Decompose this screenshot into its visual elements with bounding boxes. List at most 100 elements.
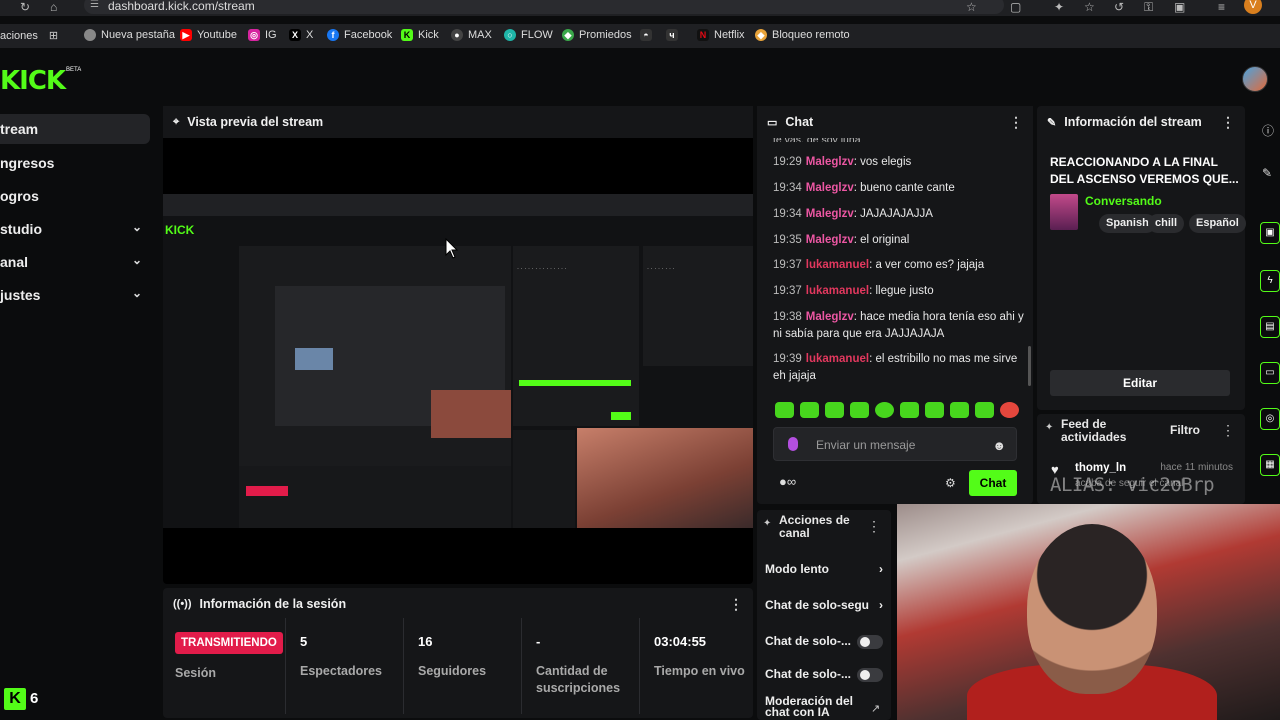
feed-icon: ✦: [1045, 422, 1054, 433]
action-ai-moderation[interactable]: Moderación del chat con IA: [765, 696, 869, 718]
webcam-person-head: [1027, 524, 1157, 694]
sidebar-item-stream[interactable]: tream: [0, 114, 150, 144]
reload-icon[interactable]: ↻: [20, 0, 30, 14]
kick-logo[interactable]: KICK: [0, 66, 66, 96]
sidebar-item-estudio[interactable]: studio ⌄: [0, 214, 150, 244]
sidebar-item-label: justes: [0, 287, 41, 303]
chat-scrollbar[interactable]: [1028, 346, 1031, 386]
layout-icon[interactable]: ▦: [1260, 454, 1280, 476]
stream-title: REACCIONANDO A LA FINAL DEL ASCENSO VERE…: [1050, 155, 1239, 186]
msg-user[interactable]: Maleglzv: [806, 182, 854, 194]
key-icon[interactable]: ⚿: [1144, 0, 1153, 15]
document-icon[interactable]: ▤: [1260, 316, 1280, 338]
bookmark-netflix[interactable]: N Netflix: [697, 29, 745, 41]
bookmark-facebook[interactable]: f Facebook: [327, 29, 392, 41]
history-icon[interactable]: ↺: [1114, 0, 1124, 14]
infinity-icon[interactable]: ●∞: [779, 474, 796, 489]
sidebar-item-label: ngresos: [0, 155, 55, 171]
gear-icon[interactable]: ⚙: [945, 476, 956, 490]
emote-icon[interactable]: [1000, 402, 1019, 418]
address-bar[interactable]: ☰ dashboard.kick.com/stream: [84, 0, 1004, 14]
bookmark-extra-2[interactable]: ч: [666, 29, 678, 41]
emote-icon[interactable]: [850, 402, 869, 418]
mic-icon[interactable]: [788, 437, 798, 451]
msg-user[interactable]: Maleglzv: [806, 208, 854, 220]
extensions-icon[interactable]: ▢: [1010, 0, 1021, 14]
bookmarks-icon[interactable]: ☆: [1084, 0, 1095, 14]
session-info-panel: ((•)) Información de la sesión ⋮ TRANSMI…: [163, 588, 753, 718]
toggle-switch[interactable]: [857, 635, 883, 649]
chat-menu-icon[interactable]: ⋮: [1009, 114, 1023, 131]
msg-user[interactable]: lukamanuel: [806, 285, 869, 297]
category-thumbnail: [1050, 194, 1078, 230]
bookmark-extra-1[interactable]: ◓: [640, 29, 652, 41]
info-icon[interactable]: ⓘ: [1262, 122, 1274, 139]
msg-user[interactable]: lukamanuel: [806, 353, 869, 365]
feed-username[interactable]: thomy_ln: [1075, 462, 1126, 474]
rail-tool-icon[interactable]: ▣: [1260, 222, 1280, 244]
site-info-icon[interactable]: ☰: [90, 0, 99, 10]
feed-menu-icon[interactable]: ⋮: [1221, 422, 1235, 439]
bookmark-apps[interactable]: aciones ⊞: [0, 29, 58, 43]
user-avatar[interactable]: [1242, 66, 1268, 92]
nested-info-title: · · · · · · · ·: [647, 266, 675, 272]
bookmark-flow[interactable]: ○ FLOW: [504, 29, 553, 41]
action-slow-mode[interactable]: Modo lento ›: [765, 562, 885, 576]
bookmark-youtube[interactable]: ▶ Youtube: [180, 29, 237, 41]
msg-user[interactable]: Maleglzv: [806, 311, 854, 323]
sidebar-item-canal[interactable]: anal ⌄: [0, 247, 150, 277]
category-name[interactable]: Conversando: [1085, 194, 1162, 208]
msg-text: : bueno cante cante: [853, 182, 955, 194]
emote-icon[interactable]: [925, 402, 944, 418]
lightning-icon[interactable]: ϟ: [1260, 270, 1280, 292]
action-emotes-only[interactable]: Chat de solo-...: [765, 667, 885, 683]
external-link-icon[interactable]: ↗: [871, 702, 880, 715]
sidebar-item-ajustes[interactable]: justes ⌄: [0, 280, 150, 310]
msg-user[interactable]: Maleglzv: [806, 156, 854, 168]
emote-icon[interactable]: [800, 402, 819, 418]
bookmark-max[interactable]: ● MAX: [451, 29, 492, 41]
broadcast-icon[interactable]: ◎: [1260, 408, 1280, 430]
emote-icon[interactable]: [950, 402, 969, 418]
send-chat-button[interactable]: Chat: [969, 470, 1017, 496]
bookmark-bloqueo[interactable]: ◆ Bloqueo remoto: [755, 29, 850, 41]
emoji-icon[interactable]: ☻: [992, 438, 1006, 453]
stat-live-time: 03:04:55 Tiempo en vivo: [639, 618, 753, 714]
menu-icon[interactable]: ≡: [1218, 0, 1225, 14]
toggle-switch[interactable]: [857, 668, 883, 682]
emote-icon[interactable]: [975, 402, 994, 418]
chevron-down-icon: ⌄: [131, 220, 142, 234]
edit-button[interactable]: Editar: [1050, 370, 1230, 396]
emote-icon[interactable]: [825, 402, 844, 418]
comment-icon[interactable]: ▭: [1260, 362, 1280, 384]
msg-user[interactable]: Maleglzv: [806, 234, 854, 246]
stat-value: 03:04:55: [654, 634, 707, 649]
extension-icon[interactable]: ✦: [1054, 0, 1064, 14]
chat-message-input[interactable]: Enviar un mensaje ☻: [773, 427, 1017, 461]
emote-icon[interactable]: [875, 402, 894, 418]
bookmark-label: Bloqueo remoto: [772, 29, 850, 41]
filter-button[interactable]: Filtro: [1170, 423, 1200, 437]
bookmark-ig[interactable]: ◎ IG: [248, 29, 277, 41]
bookmark-promiedos[interactable]: ◆ Promiedos: [562, 29, 632, 41]
right-rail: ⓘ ✎ ▣ ϟ ▤ ▭ ◎ ▦: [1256, 106, 1280, 720]
emote-icon[interactable]: [775, 402, 794, 418]
instagram-icon: ◎: [248, 29, 260, 41]
bookmark-star-icon[interactable]: ☆: [966, 0, 977, 14]
bookmark-x[interactable]: XX: [289, 29, 313, 41]
bookmark-kick[interactable]: K Kick: [401, 29, 439, 41]
action-followers-only[interactable]: Chat de solo-segu ›: [765, 598, 885, 612]
actions-menu-icon[interactable]: ⋮: [867, 518, 881, 535]
sidebar-item-logros[interactable]: ogros: [0, 181, 150, 211]
translate-icon[interactable]: ▣: [1174, 0, 1185, 14]
pencil-icon[interactable]: ✎: [1262, 166, 1272, 180]
msg-user[interactable]: lukamanuel: [806, 259, 869, 271]
action-subs-only[interactable]: Chat de solo-...: [765, 634, 885, 650]
emote-icon[interactable]: [900, 402, 919, 418]
sidebar-item-ingresos[interactable]: ngresos: [0, 148, 150, 178]
profile-avatar[interactable]: V: [1244, 0, 1262, 14]
bookmark-nueva-pestana[interactable]: Nueva pestaña: [84, 29, 175, 41]
home-icon[interactable]: ⌂: [50, 0, 57, 14]
stream-info-menu-icon[interactable]: ⋮: [1221, 114, 1235, 131]
session-menu-icon[interactable]: ⋮: [729, 596, 743, 613]
